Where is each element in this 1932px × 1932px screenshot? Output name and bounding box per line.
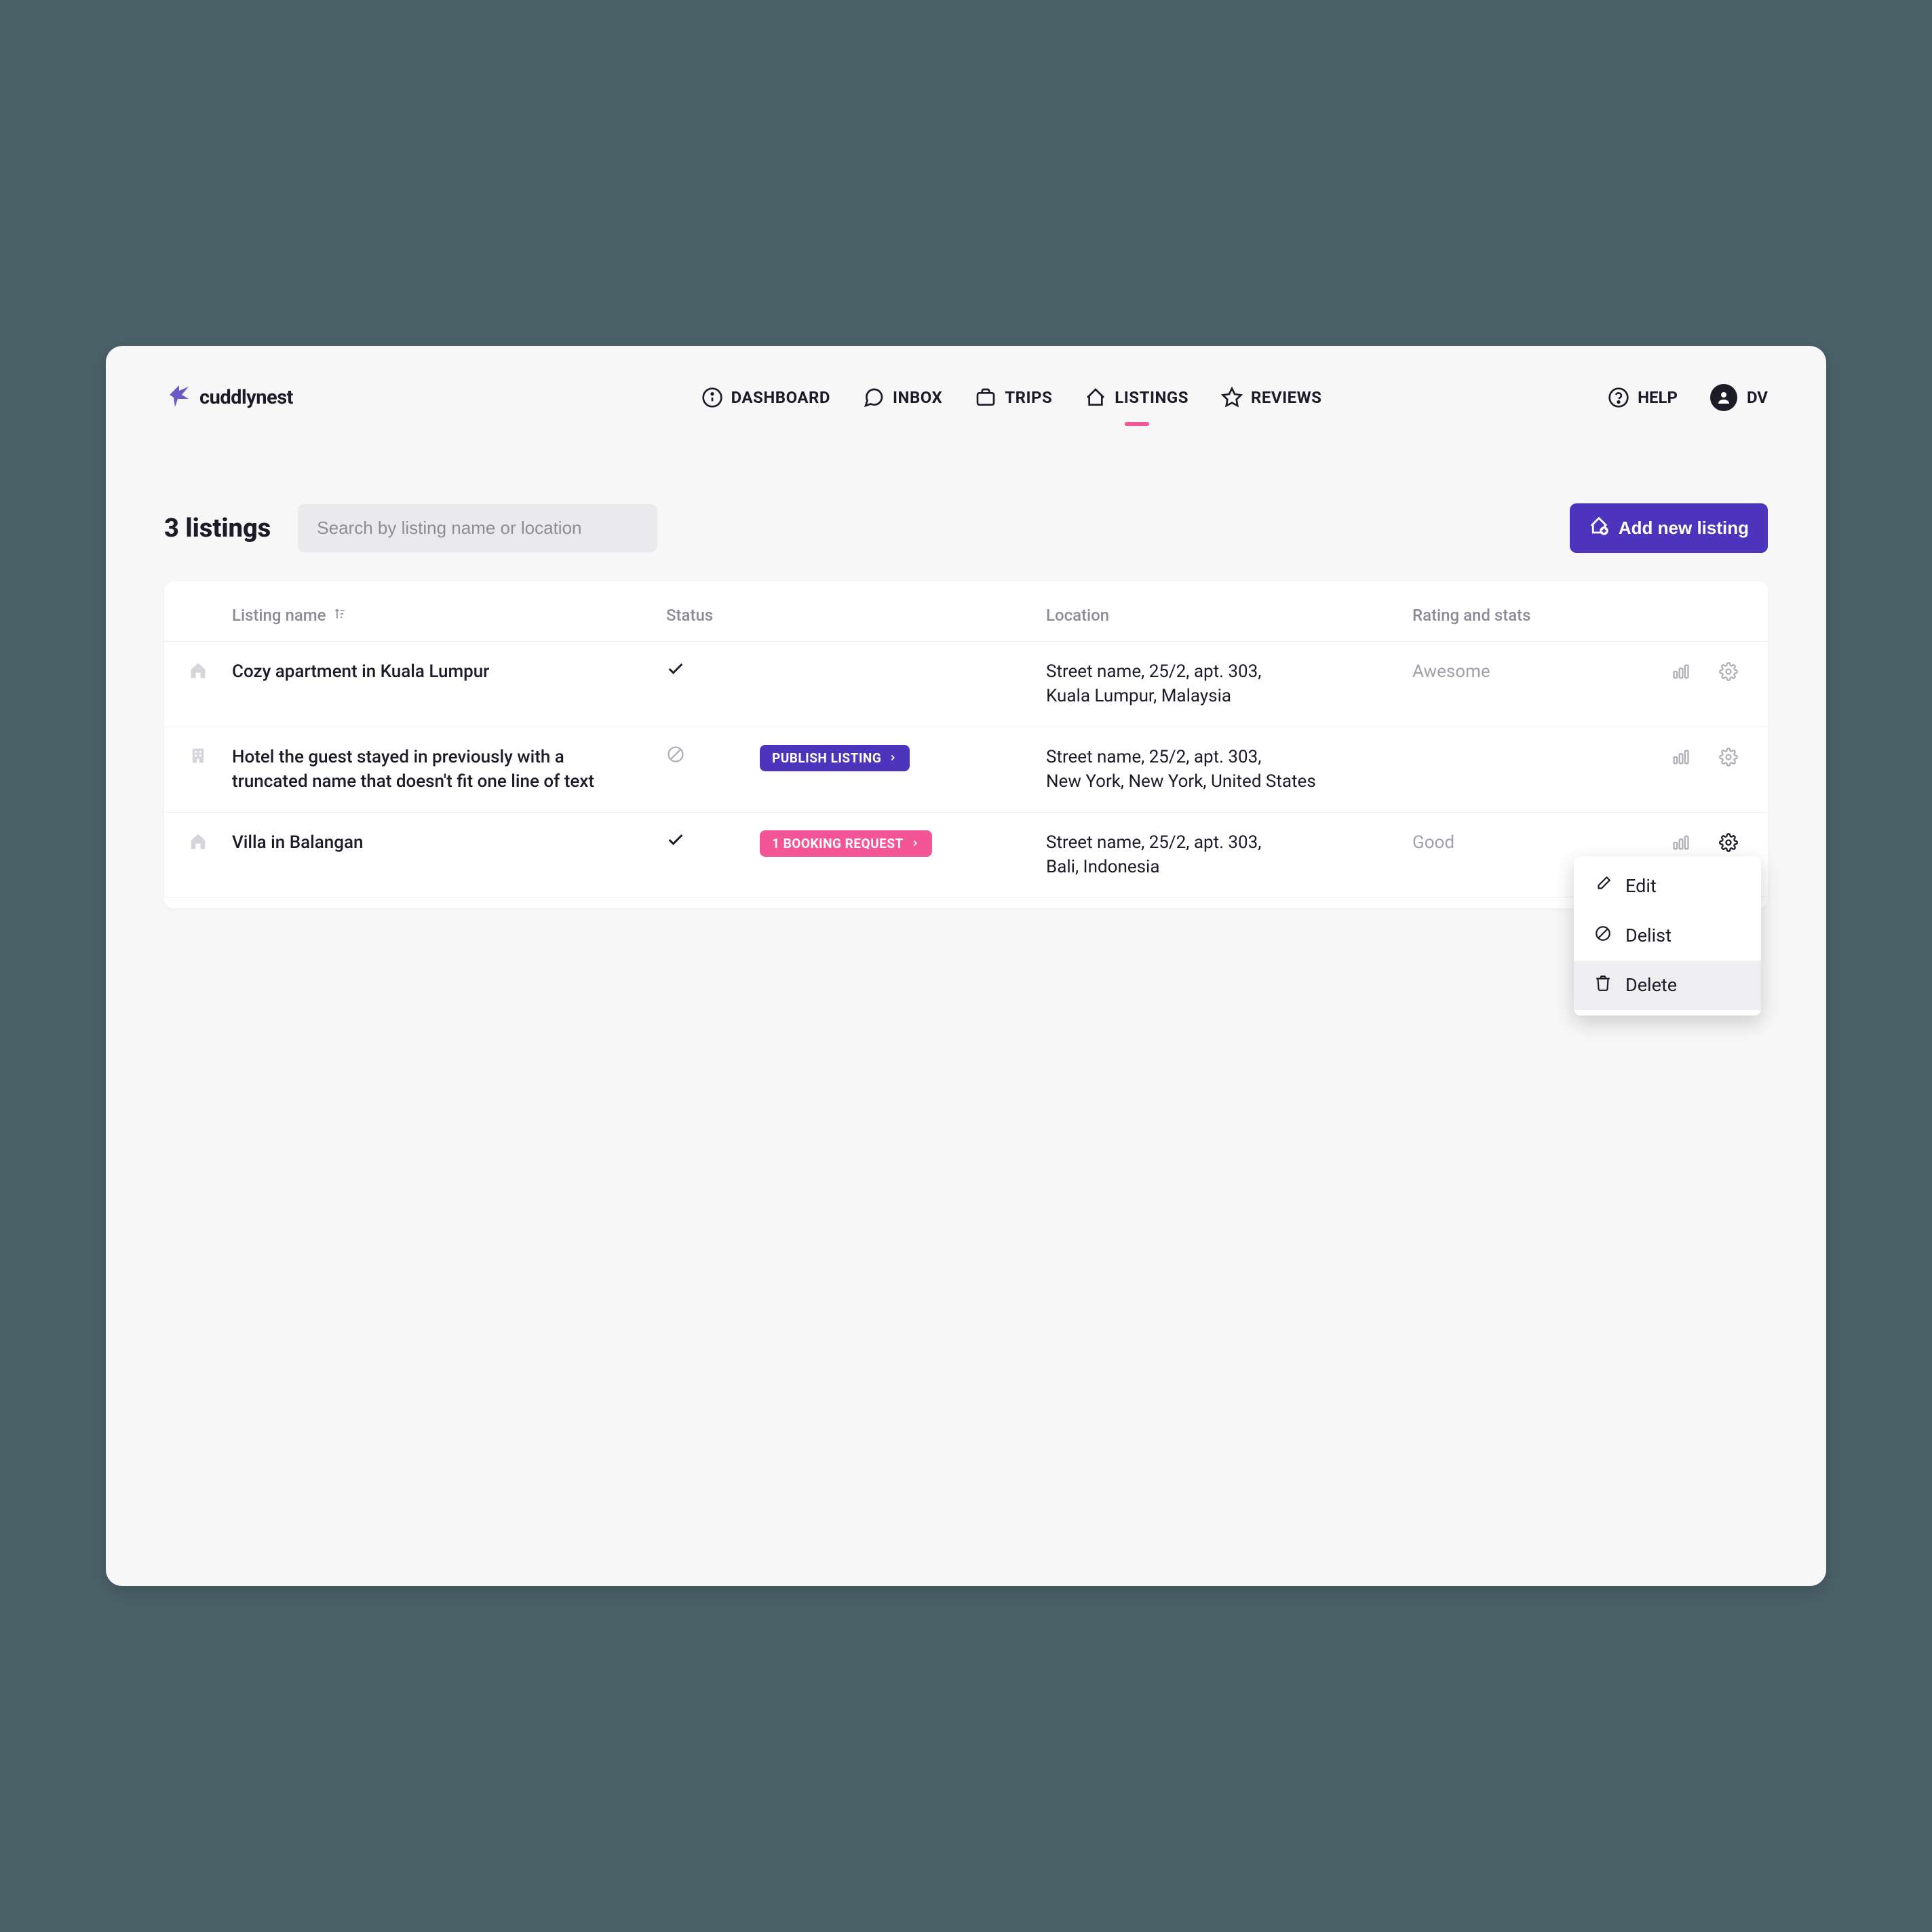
table-header: Listing name Status Location Rating and … [164, 581, 1768, 642]
help-label: HELP [1638, 388, 1678, 407]
logo-text: cuddlynest [199, 386, 293, 409]
check-icon [666, 659, 685, 681]
home-icon [1085, 387, 1106, 408]
listing-name[interactable]: Hotel the guest stayed in previously wit… [232, 745, 666, 794]
table-footer [164, 897, 1768, 908]
edit-icon [1594, 875, 1612, 897]
settings-button[interactable] [1716, 659, 1741, 684]
rating-text: Good [1412, 832, 1454, 853]
col-header-location[interactable]: Location [1046, 606, 1412, 625]
nav-listings-label: Listings [1115, 388, 1189, 407]
trash-icon [1594, 974, 1612, 997]
listing-name[interactable]: Villa in Balangan [232, 830, 666, 855]
settings-button[interactable] [1716, 830, 1741, 855]
suitcase-icon [975, 387, 997, 408]
check-icon [666, 830, 685, 852]
page-title: 3 listings [164, 514, 271, 543]
listings-table: Listing name Status Location Rating and … [164, 581, 1768, 908]
app-window: cuddlynest Dashboard Inbox Trips [106, 346, 1826, 1586]
dropdown-delist[interactable]: Delist [1574, 911, 1761, 961]
add-listing-button[interactable]: Add new listing [1570, 503, 1768, 553]
stats-button[interactable] [1669, 659, 1693, 684]
col-header-rating[interactable]: Rating and stats [1412, 606, 1741, 625]
table-row: Hotel the guest stayed in previously wit… [164, 727, 1768, 813]
header-right: HELP DV [1608, 384, 1768, 411]
dropdown-edit[interactable]: Edit [1574, 862, 1761, 911]
listing-type-icon [164, 745, 232, 765]
main-nav: Dashboard Inbox Trips Listings [579, 376, 1322, 419]
blocked-icon [666, 745, 685, 767]
table-row: Villa in Balangan 1 booking request Stre… [164, 813, 1768, 898]
dropdown-delete[interactable]: Delete [1574, 961, 1761, 1010]
booking-request-button[interactable]: 1 booking request [760, 830, 932, 857]
table-row: Cozy apartment in Kuala Lumpur Street na… [164, 642, 1768, 727]
listing-location: Street name, 25/2, apt. 303, Kuala Lumpu… [1046, 659, 1412, 709]
search-input[interactable] [298, 504, 657, 552]
nav-listings[interactable]: Listings [1085, 376, 1189, 419]
sort-icon [333, 606, 347, 625]
nav-dashboard-label: Dashboard [731, 388, 830, 407]
info-icon [701, 387, 723, 408]
logo-icon [164, 381, 194, 414]
avatar-icon [1710, 384, 1737, 411]
stats-button[interactable] [1669, 830, 1693, 855]
avatar-initials: DV [1747, 388, 1768, 407]
star-icon [1221, 387, 1243, 408]
nav-trips[interactable]: Trips [975, 376, 1052, 419]
col-header-name[interactable]: Listing name [232, 606, 666, 625]
listing-type-icon [164, 659, 232, 680]
row-actions-dropdown: Edit Delist Delete [1574, 856, 1761, 1016]
listing-location: Street name, 25/2, apt. 303, New York, N… [1046, 745, 1412, 794]
settings-button[interactable] [1716, 745, 1741, 769]
search-box [298, 504, 657, 552]
nav-reviews-label: Reviews [1251, 388, 1321, 407]
nav-inbox-label: Inbox [893, 388, 942, 407]
add-listing-label: Add new listing [1619, 518, 1749, 539]
nav-inbox[interactable]: Inbox [863, 376, 942, 419]
chat-icon [863, 387, 885, 408]
listing-location: Street name, 25/2, apt. 303, Bali, Indon… [1046, 830, 1412, 880]
nav-dashboard[interactable]: Dashboard [701, 376, 830, 419]
help-icon [1608, 387, 1629, 408]
nav-reviews[interactable]: Reviews [1221, 376, 1321, 419]
rating-text: Awesome [1412, 661, 1490, 682]
help-button[interactable]: HELP [1608, 387, 1678, 408]
stats-button[interactable] [1669, 745, 1693, 769]
logo[interactable]: cuddlynest [164, 381, 293, 414]
publish-listing-button[interactable]: Publish listing [760, 745, 910, 771]
blocked-icon [1594, 925, 1612, 947]
col-header-status[interactable]: Status [666, 606, 1046, 625]
listing-type-icon [164, 830, 232, 851]
home-plus-icon [1589, 516, 1609, 541]
user-menu[interactable]: DV [1710, 384, 1768, 411]
listing-name[interactable]: Cozy apartment in Kuala Lumpur [232, 659, 666, 684]
header: cuddlynest Dashboard Inbox Trips [164, 373, 1768, 422]
nav-trips-label: Trips [1005, 388, 1052, 407]
toolbar: 3 listings Add new listing [164, 503, 1768, 553]
